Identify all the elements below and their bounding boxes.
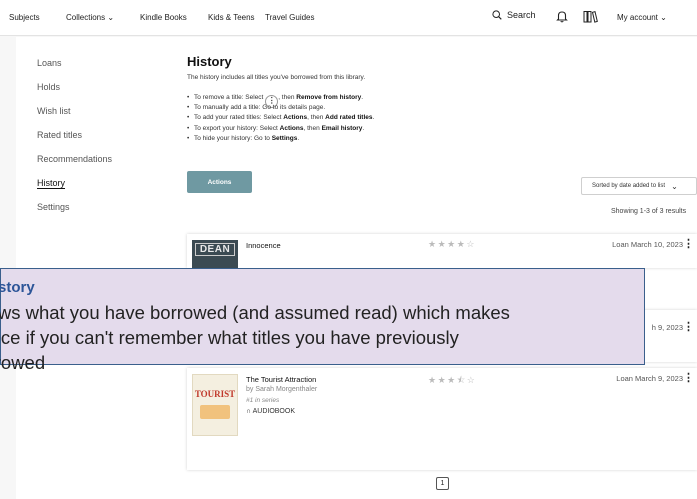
instruction-text: .	[372, 114, 375, 122]
star-outline-icon: ☆	[466, 375, 477, 385]
instruction-text: To hide your history: Go to	[194, 134, 270, 142]
sidebar-item-recommendations[interactable]: Recommendations	[37, 154, 112, 164]
sidebar-item-rated-titles[interactable]: Rated titles	[37, 130, 82, 140]
instruction-text: , then	[307, 114, 324, 122]
instruction-text: To remove a title: Select	[194, 94, 264, 101]
history-instructions: To remove a title: Select ⋮, then Remove…	[187, 94, 374, 145]
callout-line: shows what you have borrowed (and assume…	[0, 302, 510, 323]
title-card: DEAN Innocence ★★★★☆ Loan March 10, 2023…	[187, 234, 697, 268]
search-button[interactable]: Search	[492, 10, 536, 20]
title-card: TOURIST The Tourist Attraction by Sarah …	[187, 368, 697, 470]
callout-title: History	[0, 279, 35, 296]
results-count: Showing 1-3 of 3 results	[611, 208, 687, 215]
star-icon: ★	[447, 239, 457, 249]
chevron-down-icon: ⌄	[107, 13, 115, 22]
nav-kindle-books[interactable]: Kindle Books	[140, 13, 187, 22]
instruction-bold: Actions	[279, 124, 304, 132]
instruction-export: To export your history: Select Actions, …	[187, 125, 374, 135]
sort-dropdown[interactable]: Sorted by date added to list ⌄	[581, 177, 697, 195]
instruction-bold: Remove from history	[296, 94, 362, 101]
nav-subjects[interactable]: Subjects	[9, 13, 40, 22]
shelf-button[interactable]	[583, 10, 598, 25]
my-account-menu[interactable]: My account ⌄	[617, 13, 667, 22]
sidebar-item-wish-list[interactable]: Wish list	[37, 106, 71, 116]
search-icon	[492, 10, 502, 20]
search-label: Search	[507, 10, 536, 20]
instruction-add-rated: To add your rated titles: Select Actions…	[187, 114, 374, 124]
book-cover[interactable]: TOURIST	[192, 374, 238, 436]
instruction-bold: Actions	[283, 114, 308, 122]
more-options-icon[interactable]: ⋮	[683, 237, 694, 250]
star-outline-icon: ☆	[466, 239, 476, 249]
instruction-text: , then	[303, 124, 320, 132]
account-label: My account	[617, 13, 658, 22]
pagination-page[interactable]: 1	[436, 477, 449, 490]
instruction-text: .	[362, 124, 365, 132]
sidebar-item-holds[interactable]: Holds	[37, 82, 60, 92]
instruction-text: , then	[278, 94, 295, 101]
top-navigation: Subjects Collections ⌄ Kindle Books Kids…	[0, 0, 697, 36]
actions-button[interactable]: Actions	[187, 171, 252, 193]
book-title[interactable]: The Tourist Attraction	[246, 375, 316, 384]
book-cover[interactable]: DEAN	[192, 240, 238, 268]
history-intro: The history includes all titles you've b…	[187, 74, 366, 81]
loan-date: Loan March 10, 2023	[612, 240, 683, 249]
instruction-text: To export your history: Select	[194, 124, 278, 132]
star-icon: ★	[456, 239, 467, 249]
callout-body: shows what you have borrowed (and assume…	[0, 300, 510, 375]
chevron-down-icon: ⌄	[671, 181, 678, 191]
sidebar-item-settings[interactable]: Settings	[37, 202, 70, 212]
more-options-icon[interactable]: ⋮	[683, 320, 694, 333]
headphones-icon: ∩	[246, 408, 252, 415]
bookshelf-icon	[583, 10, 598, 23]
instruction-manual-add: To manually add a title: Go to its detai…	[187, 104, 374, 114]
sidebar-item-history[interactable]: History	[37, 178, 65, 188]
star-icon: ★	[437, 239, 448, 249]
sort-label: Sorted by date added to list	[592, 183, 666, 189]
instruction-hide: To hide your history: Go to Settings.	[187, 135, 374, 145]
callout-line: borrowed	[0, 352, 46, 373]
more-options-icon[interactable]: ⋮	[683, 371, 694, 384]
nav-collections[interactable]: Collections ⌄	[66, 13, 114, 22]
nav-kids-teens[interactable]: Kids & Teens	[208, 13, 255, 22]
sidebar-item-loans[interactable]: Loans	[37, 58, 62, 68]
book-author[interactable]: by Sarah Morgenthaler	[246, 386, 317, 393]
bell-icon	[556, 11, 568, 23]
book-series[interactable]: #1 in series	[246, 397, 279, 404]
star-rating[interactable]: ★★★⯪☆	[428, 373, 476, 389]
star-icon: ★	[437, 375, 448, 385]
star-half-icon: ⯪	[456, 375, 467, 385]
book-format: ∩ AUDIOBOOK	[246, 408, 295, 415]
instruction-remove: To remove a title: Select ⋮, then Remove…	[187, 94, 374, 108]
callout-line: is nice if you can't remember what title…	[0, 327, 459, 348]
instruction-bold: Add rated titles	[325, 114, 373, 122]
format-label: AUDIOBOOK	[252, 408, 295, 415]
cover-text: TOURIST	[194, 389, 236, 399]
instruction-text: .	[361, 94, 364, 101]
star-icon: ★	[428, 239, 438, 249]
star-rating[interactable]: ★★★★☆	[428, 239, 476, 250]
star-icon: ★	[428, 375, 438, 385]
instruction-text: To add your rated titles: Select	[194, 114, 282, 122]
notifications-button[interactable]	[556, 10, 568, 25]
star-icon: ★	[447, 375, 457, 385]
cover-art	[200, 405, 230, 419]
chevron-down-icon: ⌄	[660, 13, 667, 22]
nav-travel-guides[interactable]: Travel Guides	[265, 13, 315, 22]
instruction-text: To manually add a title: Go to its detai…	[194, 104, 326, 112]
page-title: History	[187, 54, 232, 69]
instruction-text: .	[297, 134, 300, 142]
instruction-bold: Settings	[271, 134, 298, 142]
loan-date: h 9, 2023	[651, 323, 683, 332]
cover-text: DEAN	[195, 243, 235, 256]
nav-collections-label: Collections	[66, 13, 106, 22]
book-title[interactable]: Innocence	[246, 241, 281, 250]
loan-date: Loan March 9, 2023	[616, 374, 683, 383]
history-callout: History shows what you have borrowed (an…	[0, 268, 645, 373]
instruction-bold: Email history	[321, 124, 363, 132]
